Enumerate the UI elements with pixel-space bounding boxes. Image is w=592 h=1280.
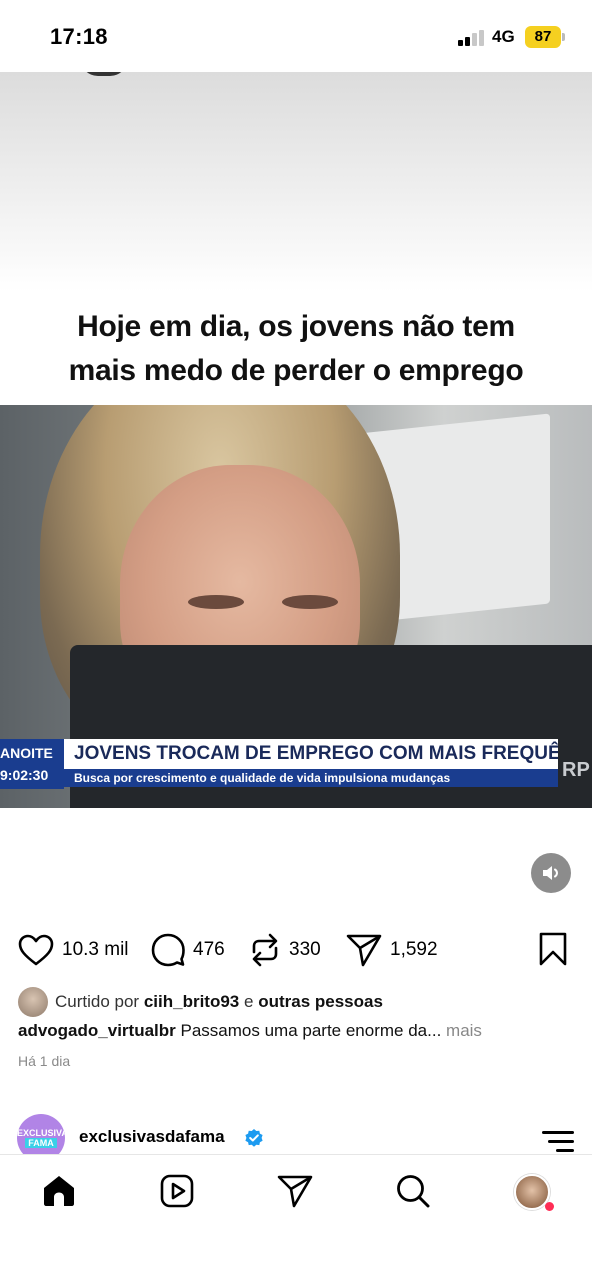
ticker-channel-box: ANOITE 9:02:30 (0, 739, 64, 789)
reels-icon[interactable] (160, 1174, 194, 1208)
caption-username[interactable]: advogado_virtualbr (18, 1021, 176, 1040)
caption-more-link[interactable]: mais (446, 1021, 482, 1040)
more-options-icon[interactable] (542, 1129, 574, 1152)
nav-search[interactable] (395, 1173, 431, 1209)
send-icon[interactable] (346, 933, 382, 967)
ticker-subline: Busca por crescimento e qualidade de vid… (64, 769, 558, 787)
comment-action[interactable]: 476 (151, 928, 225, 972)
repost-action[interactable]: 330 (249, 928, 321, 972)
like-action[interactable]: 10.3 mil (18, 928, 129, 972)
repost-count[interactable]: 330 (289, 939, 321, 961)
nav-direct[interactable] (277, 1173, 313, 1209)
liked-by-joiner: e (244, 992, 254, 1011)
liked-by-user[interactable]: ciih_brito93 (144, 992, 239, 1012)
liked-by-avatar[interactable] (18, 987, 48, 1017)
status-bar: 17:18 4G 87 (0, 0, 592, 72)
ticker-channel: ANOITE (0, 745, 53, 761)
heart-icon[interactable] (18, 934, 54, 966)
verified-badge-icon (244, 1128, 264, 1153)
video-frame[interactable]: ANOITE 9:02:30 JOVENS TROCAM DE EMPREGO … (0, 405, 592, 808)
signal-icon (458, 30, 486, 46)
nav-home[interactable] (41, 1173, 77, 1209)
home-indicator (200, 1262, 392, 1267)
share-count[interactable]: 1,592 (390, 939, 438, 961)
save-button[interactable] (538, 932, 568, 971)
ticker-clock: 9:02:30 (0, 767, 49, 783)
news-ticker: ANOITE 9:02:30 JOVENS TROCAM DE EMPREGO … (0, 739, 560, 789)
liked-by[interactable]: Curtido por ciih_brito93 e outras pessoa… (18, 986, 383, 1018)
status-time: 17:18 (50, 24, 108, 49)
post-timestamp: Há 1 dia (18, 1053, 71, 1069)
channel-logo: RP (562, 759, 590, 781)
search-icon[interactable] (396, 1174, 430, 1208)
liked-by-prefix: Curtido por (55, 992, 140, 1011)
send-icon[interactable] (277, 1174, 313, 1208)
nav-reels[interactable] (159, 1173, 195, 1209)
comment-count[interactable]: 476 (193, 939, 225, 961)
battery-icon: 87 (525, 26, 561, 48)
next-post-username[interactable]: exclusivasdafama (79, 1127, 225, 1147)
like-count[interactable]: 10.3 mil (62, 939, 129, 961)
share-action[interactable]: 1,592 (346, 928, 438, 972)
video-person-eye-right (282, 595, 338, 609)
media-top-fade (0, 72, 592, 292)
repost-icon[interactable] (249, 932, 281, 968)
next-post-header: EXCLUSIVAS FAMA exclusivasdafama (0, 1112, 592, 1162)
network-type: 4G (492, 27, 515, 46)
overlay-caption-line-2: mais medo de perder o emprego (68, 354, 524, 387)
post-actions: 10.3 mil 476 330 1,592 (0, 928, 592, 972)
ticker-headline: JOVENS TROCAM DE EMPREGO COM MAIS FREQUÊ… (64, 739, 558, 769)
overlay-caption-line-1: Hoje em dia, os jovens não tem (77, 310, 515, 343)
comment-icon[interactable] (151, 933, 185, 967)
speaker-icon (543, 866, 559, 880)
post-media[interactable]: Hoje em dia, os jovens não tem mais medo… (0, 72, 592, 808)
avatar-text-line-1: EXCLUSIVAS (17, 1128, 65, 1138)
sound-toggle-button[interactable] (531, 853, 571, 893)
home-icon[interactable] (42, 1174, 76, 1208)
post-caption[interactable]: advogado_virtualbr Passamos uma parte en… (18, 1021, 482, 1041)
video-person-eye-left (188, 595, 244, 609)
bookmark-icon[interactable] (538, 932, 568, 966)
avatar-text-line-2: FAMA (25, 1138, 57, 1148)
caption-text: Passamos uma parte enorme da... (180, 1021, 442, 1040)
battery-tip (562, 33, 565, 41)
liked-by-others[interactable]: outras pessoas (258, 992, 383, 1012)
notification-dot (545, 1202, 554, 1211)
